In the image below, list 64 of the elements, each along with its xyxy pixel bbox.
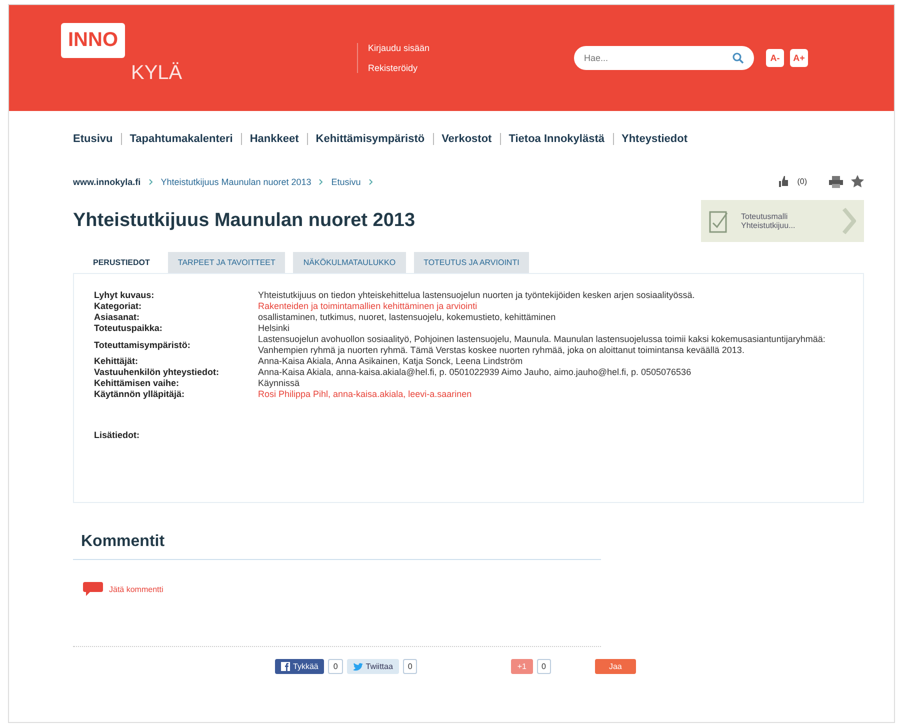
header-link[interactable]: Rekisteröidy	[368, 63, 568, 73]
share-count: 0	[536, 659, 551, 674]
field-label: Kehittämisen vaihe:	[94, 378, 180, 389]
share-count: 0	[328, 659, 343, 674]
logo[interactable]: INNO KYLÄ	[61, 5, 351, 111]
header-link[interactable]: Kirjaudu sisään	[368, 43, 568, 53]
chevron-right-icon	[319, 178, 324, 184]
field-link[interactable]: Rakenteiden ja toimintamallien kehittäminen ja arviointi	[258, 301, 843, 312]
tab[interactable]: TARPEET JA TAVOITTEET	[168, 252, 286, 273]
field-value: Yhteistutkijuus on tiedon yhteiskehittelua lastensuojelun nuorten ja työntekijöiden kesken arjen sosiaalityössä.	[258, 290, 696, 301]
card-text: Yhteistutkijuu...	[741, 221, 796, 230]
search-field[interactable]: Hae...	[574, 46, 754, 70]
print-icon[interactable]	[829, 176, 843, 188]
chevron-right-icon	[368, 178, 373, 184]
share-button[interactable]: Jaa	[594, 659, 636, 674]
card-text: Toteutusmalli	[741, 212, 789, 221]
page-title: Yhteistutkijuus Maunulan nuoret 2013	[73, 210, 416, 232]
field-label: Toteutuspaikka:	[94, 323, 164, 334]
share-button[interactable]: Twiittaa	[346, 659, 399, 674]
nav-link[interactable]: Tietoa Innokylästä	[500, 133, 604, 145]
breadcrumb-link[interactable]: www.innokyla.fi	[73, 176, 141, 186]
tab[interactable]: TOTEUTUS JA ARVIOINTI	[414, 252, 530, 273]
field-label: Lyhyt kuvaus:	[94, 290, 156, 301]
font-size-button[interactable]: A-	[766, 49, 784, 67]
field-value: Helsinki	[258, 323, 291, 334]
facebook-icon	[281, 662, 290, 671]
field-label: Asiasanat:	[94, 312, 141, 323]
nav-link[interactable]: Etusivu	[73, 133, 113, 145]
tab[interactable]: NÄKÖKULMATAULUKKO	[293, 252, 406, 273]
field-label: Lisätiedot:	[94, 430, 141, 440]
field-label: Vastuuhenkilön yhteystiedot:	[94, 367, 220, 378]
share-button[interactable]: Tykkää	[275, 659, 324, 674]
field-label: Kategoriat:	[94, 301, 143, 312]
nav-link[interactable]: Yhteystiedot	[612, 133, 688, 145]
bird-icon	[352, 662, 363, 670]
field-link[interactable]: Rosi Philippa Pihl, anna-kaisa.akiala, leevi-a.saarinen	[258, 389, 843, 400]
model-card[interactable]: Toteutusmalli Yhteistutkijuu...	[701, 200, 864, 242]
speech-bubble-icon[interactable]	[83, 582, 103, 596]
star-icon[interactable]	[851, 175, 864, 188]
field-value: Lastensuojelun avohuollon sosiaalityö, Pohjoinen lastensuojelu, Maunula. Maunulan lastensuojelussa toimii kaksi kokemusasiantuntijaryhmää: Vanhempien ryhmä ja nuorten ryhmä. Tämä Verstas koskee nuorten ryhmää, joka on aloittanut toimintansa keväällä 2013.	[258, 334, 826, 356]
field-value: Käynnissä	[258, 378, 301, 389]
field-value: Anna-Kaisa Akiala, Anna Asikainen, Katja Sonck, Leena Lindström	[258, 356, 524, 367]
chevron-right-icon	[842, 208, 856, 234]
thumb-icon[interactable]	[779, 175, 790, 188]
logo-subtext: KYLÄ	[131, 62, 184, 85]
nav-link[interactable]: Verkostot	[432, 133, 492, 145]
breadcrumb-link[interactable]: Etusivu	[331, 176, 361, 186]
like-count: (0)	[797, 177, 807, 186]
field-label: Kehittäjät:	[94, 356, 140, 367]
section-title: Kommentit	[81, 533, 166, 551]
breadcrumb-link[interactable]: Yhteistutkijuus Maunulan nuoret 2013	[160, 176, 312, 186]
font-size-button[interactable]: A+	[790, 49, 808, 67]
chevron-right-icon	[148, 178, 153, 184]
logo-text: INNO	[61, 23, 125, 58]
field-label: Toteuttamisympäristö:	[94, 340, 192, 350]
share-count: 0	[402, 659, 418, 674]
field-value: osallistaminen, tutkimus, nuoret, lastensuojelu, kokemustieto, kehittäminen	[258, 312, 557, 323]
search-icon	[732, 52, 744, 64]
nav-link[interactable]: Kehittämisympäristö	[306, 133, 425, 145]
nav-link[interactable]: Tapahtumakalenteri	[120, 133, 233, 145]
nav-link[interactable]: Hankkeet	[240, 133, 299, 145]
field-label: Käytännön ylläpitäjä:	[94, 389, 186, 400]
field-value: Anna-Kaisa Akiala, anna-kaisa.akiala@hel.fi, p. 0501022939 Aimo Jauho, aimo.jauho@hel.fi, p. 0505076536	[258, 367, 692, 378]
comment-link[interactable]: Jätä kommentti	[109, 584, 164, 594]
